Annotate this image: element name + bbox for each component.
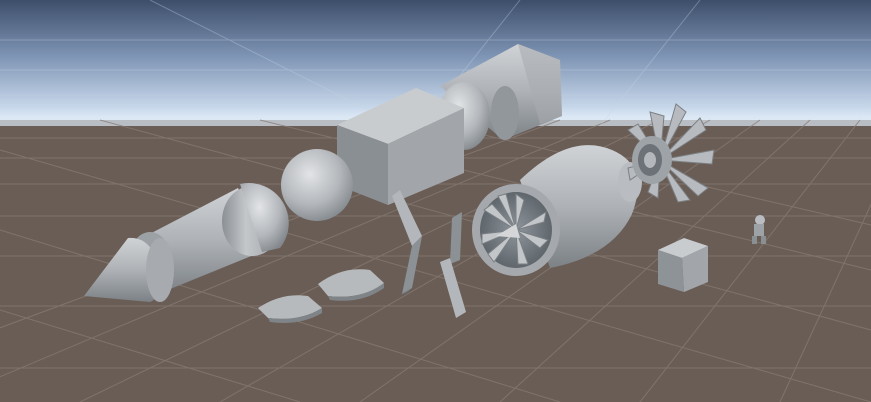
scene-viewport[interactable] [0, 0, 871, 402]
sphere[interactable] [281, 149, 353, 221]
scene-canvas[interactable] [0, 0, 871, 402]
